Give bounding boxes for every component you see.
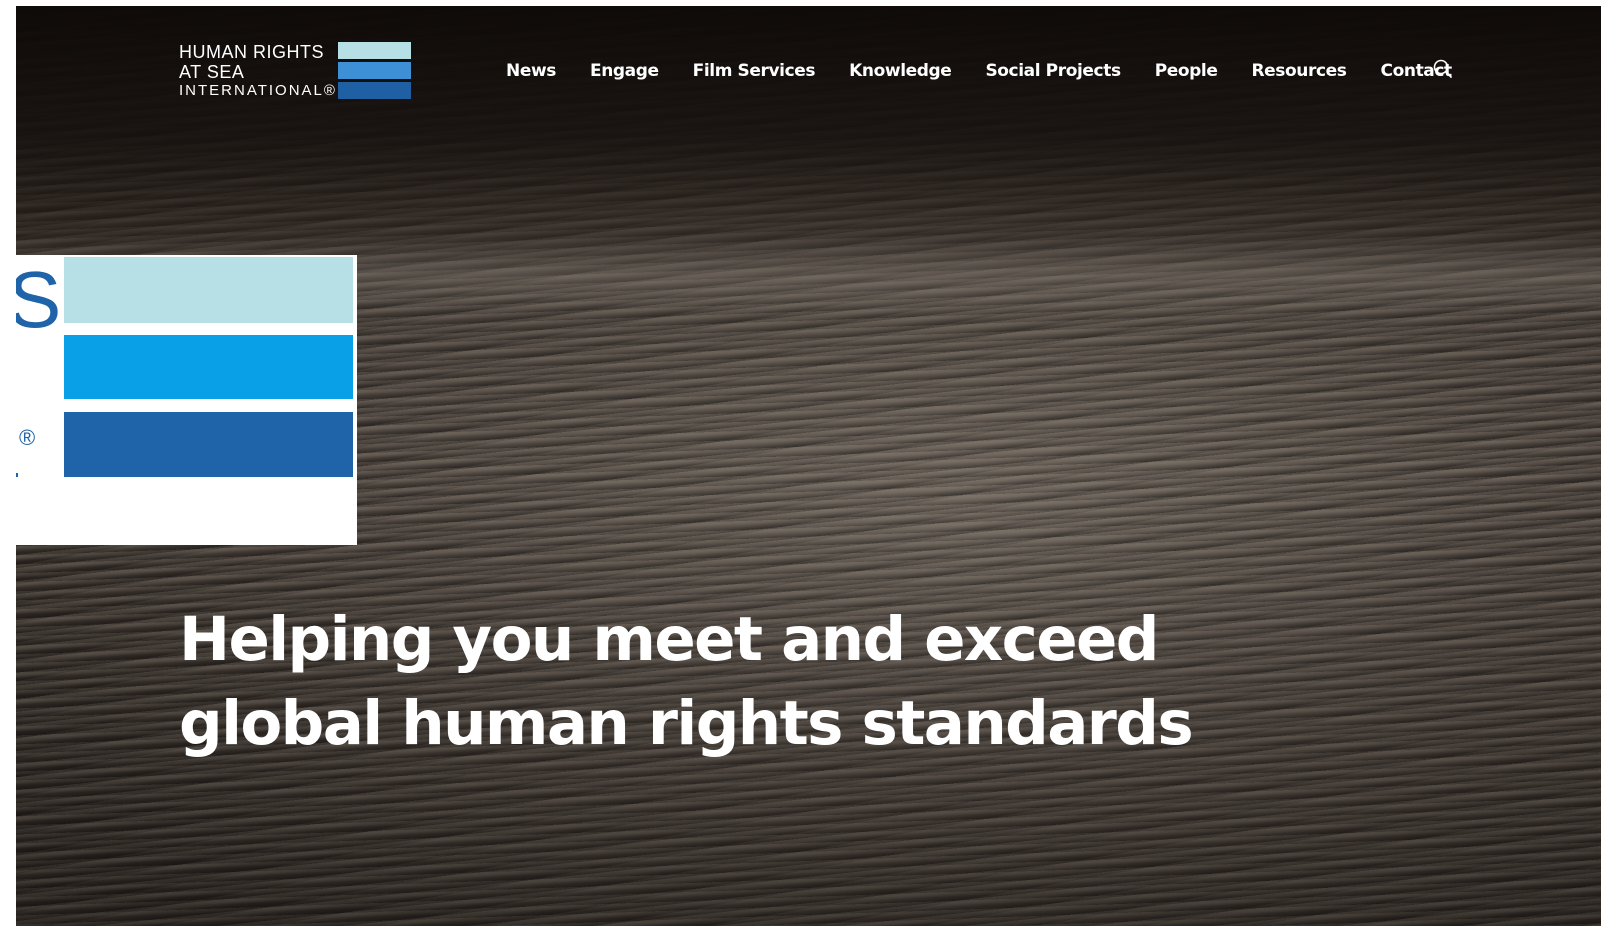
logo-bar-mid (338, 62, 411, 79)
nav-item-resources[interactable]: Resources (1251, 61, 1346, 81)
hero-headline-line-1: Helping you meet and exceed (179, 604, 1159, 675)
site-logo[interactable]: HUMAN RIGHTS AT SEA INTERNATIONAL® (179, 42, 414, 100)
logo-line-1: HUMAN RIGHTS (179, 42, 324, 62)
logo-bars (338, 42, 411, 102)
overlay-bar-dark (64, 412, 353, 477)
hero-headline-line-2: global human rights standards (179, 688, 1194, 759)
overlay-logo-fragment: S ® (16, 255, 357, 545)
nav-item-people[interactable]: People (1155, 61, 1218, 81)
hero-headline: Helping you meet and exceed global human… (179, 598, 1194, 766)
overlay-bar-light (64, 257, 353, 323)
logo-bar-light (338, 42, 411, 59)
logo-line-2: AT SEA (179, 62, 245, 82)
nav-item-engage[interactable]: Engage (590, 61, 659, 81)
overlay-logo-stroke (16, 473, 18, 477)
search-button[interactable] (1432, 58, 1456, 82)
nav-item-news[interactable]: News (506, 61, 556, 81)
nav-item-social-projects[interactable]: Social Projects (985, 61, 1121, 81)
site-header: HUMAN RIGHTS AT SEA INTERNATIONAL® News … (16, 6, 1601, 136)
overlay-registered-mark: ® (19, 425, 36, 450)
logo-line-3: INTERNATIONAL® (179, 82, 337, 99)
overlay-logo-letter: S (16, 255, 62, 344)
main-nav: News Engage Film Services Knowledge Soci… (506, 61, 1486, 81)
page-frame: HUMAN RIGHTS AT SEA INTERNATIONAL® News … (16, 6, 1601, 926)
overlay-bar-mid (64, 335, 353, 399)
logo-bar-dark (338, 82, 411, 99)
nav-item-knowledge[interactable]: Knowledge (849, 61, 952, 81)
logo-wordmark: HUMAN RIGHTS AT SEA INTERNATIONAL® (179, 42, 337, 100)
nav-item-film-services[interactable]: Film Services (693, 61, 816, 81)
search-icon (1433, 59, 1452, 78)
